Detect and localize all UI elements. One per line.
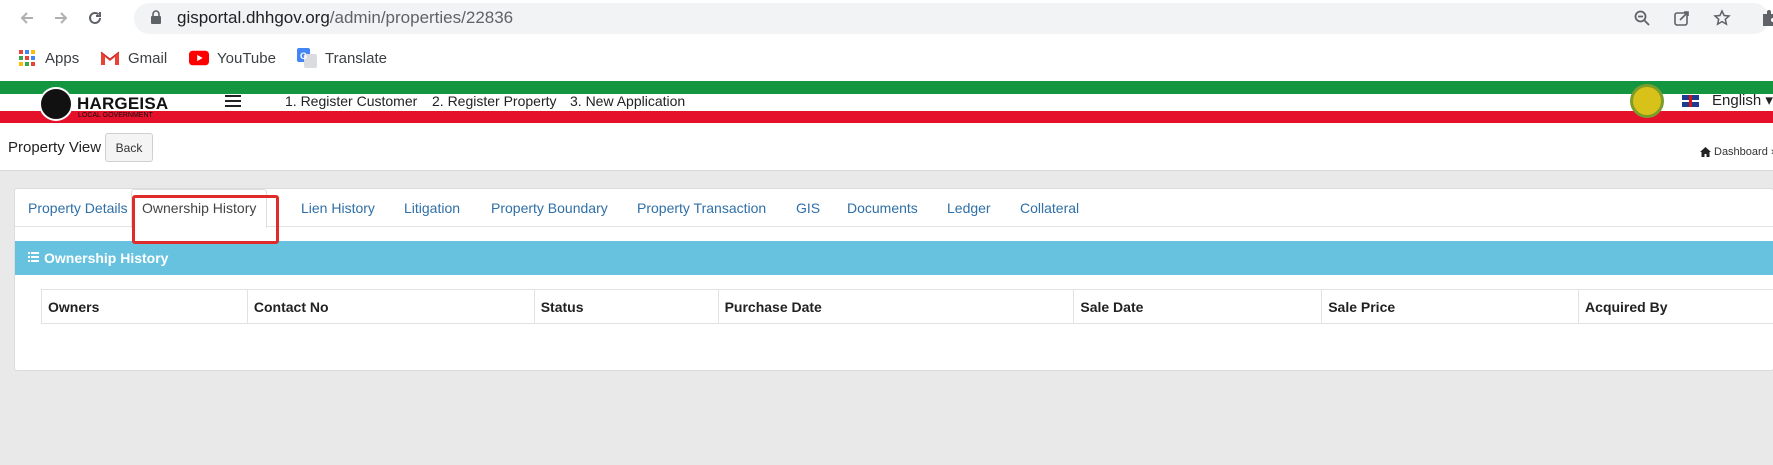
bookmark-apps[interactable]: Apps [17, 48, 79, 68]
tab-lien-history[interactable]: Lien History [301, 200, 375, 216]
column-header-purchase-date[interactable]: Purchase Date [717, 289, 1075, 324]
bookmarks-bar: Apps Gmail YouTube G Translate [0, 35, 1773, 81]
apps-grid-icon [17, 48, 37, 68]
lock-icon[interactable] [150, 10, 162, 29]
tab-gis[interactable]: GIS [796, 200, 820, 216]
tab-litigation[interactable]: Litigation [404, 200, 460, 216]
flag-stripe-green [0, 81, 1773, 94]
tab-property-boundary[interactable]: Property Boundary [491, 200, 608, 216]
bookmark-translate[interactable]: G Translate [297, 48, 387, 68]
logo-text: HARGEISA [77, 94, 169, 113]
bookmark-label: Translate [325, 49, 387, 67]
url-text[interactable]: gisportal.dhhgov.org/admin/properties/22… [177, 8, 513, 28]
url-host: gisportal.dhhgov.org [177, 8, 330, 27]
active-tab-highlight-box [132, 195, 279, 244]
menu-register-property[interactable]: 2. Register Property [432, 93, 557, 109]
column-header-sale-date[interactable]: Sale Date [1073, 289, 1323, 324]
breadcrumb[interactable]: Dashboard › [1700, 146, 1773, 158]
browser-toolbar: gisportal.dhhgov.org/admin/properties/22… [0, 0, 1773, 35]
zoom-icon[interactable] [1631, 7, 1653, 29]
menu-register-customer[interactable]: 1. Register Customer [285, 93, 417, 109]
tab-ledger[interactable]: Ledger [947, 200, 991, 216]
youtube-icon [189, 48, 209, 68]
tab-property-details[interactable]: Property Details [28, 200, 128, 216]
column-header-owners[interactable]: Owners [41, 289, 248, 324]
panel-header: Ownership History [15, 241, 1773, 275]
column-header-sale-price[interactable]: Sale Price [1321, 289, 1580, 324]
government-seal-icon [1630, 84, 1664, 118]
panel-title: Ownership History [44, 250, 169, 266]
home-icon [1700, 147, 1711, 157]
column-header-contact-no[interactable]: Contact No [246, 289, 535, 324]
share-icon[interactable] [1671, 7, 1693, 29]
hargeisa-logo[interactable]: HARGEISA LOCAL GOVERNMENT [39, 85, 174, 121]
page-title: Property View [8, 139, 102, 156]
flag-stripe-red [0, 111, 1773, 123]
bookmark-youtube[interactable]: YouTube [189, 48, 276, 68]
logo-subtext: LOCAL GOVERNMENT [78, 112, 153, 119]
gmail-icon [100, 48, 120, 68]
forward-arrow-icon[interactable] [49, 6, 73, 30]
ownership-table: Owners Contact No Status Purchase Date S… [41, 289, 1773, 324]
language-label: English [1712, 92, 1762, 109]
url-path: /admin/properties/22836 [329, 8, 514, 27]
back-arrow-icon[interactable] [15, 6, 39, 30]
column-header-status[interactable]: Status [533, 289, 719, 324]
translate-icon: G [297, 48, 317, 68]
reload-icon[interactable] [83, 6, 107, 30]
table-header-row: Owners Contact No Status Purchase Date S… [41, 289, 1773, 324]
language-selector[interactable]: English ▾ [1712, 91, 1773, 109]
page-title-bar: Property View Back Dashboard › [0, 123, 1773, 171]
list-icon [28, 252, 39, 262]
uk-flag-icon [1682, 95, 1699, 107]
column-header-acquired-by[interactable]: Acquired By [1578, 289, 1773, 324]
bookmark-star-icon[interactable] [1711, 7, 1733, 29]
logo-emblem-icon [39, 87, 73, 121]
hamburger-menu-icon[interactable] [225, 95, 241, 107]
bookmark-label: YouTube [217, 49, 276, 67]
tab-documents[interactable]: Documents [847, 200, 918, 216]
tab-property-transaction[interactable]: Property Transaction [637, 200, 766, 216]
bookmark-gmail[interactable]: Gmail [100, 48, 167, 68]
back-button[interactable]: Back [105, 133, 153, 162]
extensions-icon[interactable] [1758, 7, 1773, 29]
app-header: HARGEISA LOCAL GOVERNMENT 1. Register Cu… [0, 81, 1773, 123]
breadcrumb-dashboard[interactable]: Dashboard [1714, 146, 1768, 158]
bookmark-label: Apps [45, 49, 80, 67]
svg-text:G: G [300, 51, 307, 61]
menu-new-application[interactable]: 3. New Application [570, 93, 685, 109]
bookmark-label: Gmail [128, 49, 168, 67]
tab-collateral[interactable]: Collateral [1020, 200, 1079, 216]
